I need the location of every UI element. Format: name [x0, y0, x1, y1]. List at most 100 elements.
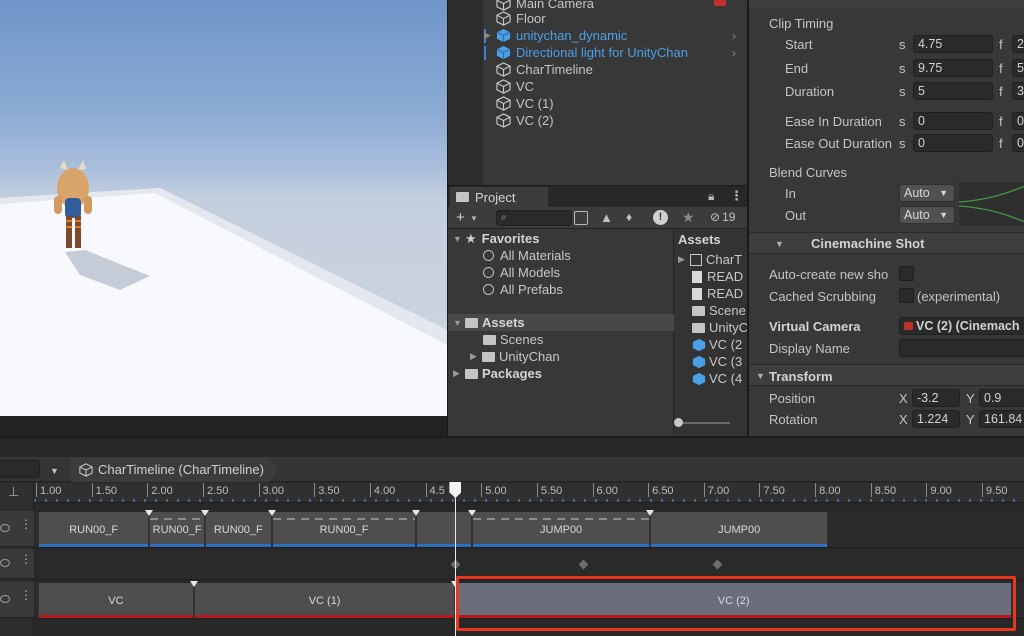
expand-arrow-icon[interactable]: ▶ — [484, 30, 491, 41]
expand-arrow-icon[interactable]: ▶ — [470, 351, 482, 362]
pin-icon[interactable]: ⊥ — [8, 484, 19, 500]
collapse-arrow-icon[interactable]: ▼ — [453, 234, 465, 244]
signal-marker[interactable] — [578, 559, 589, 570]
favorites-header[interactable]: ▼ ★ Favorites — [453, 230, 539, 247]
duration-seconds-field[interactable]: 5 — [913, 82, 993, 100]
hidden-packages-toggle[interactable]: ⊘ 19 — [710, 210, 735, 224]
expand-arrow-icon[interactable]: ▶ — [678, 254, 690, 265]
console-warning-icon[interactable]: ! — [653, 210, 668, 225]
kebab-menu-icon[interactable]: ⋮ — [730, 188, 743, 204]
chevron-down-icon[interactable]: ▼ — [470, 214, 478, 223]
display-name-field[interactable] — [899, 339, 1024, 357]
virtual-camera-field[interactable]: VC (2) (Cinemach — [899, 317, 1024, 335]
hierarchy-item[interactable]: CharTimeline — [496, 61, 593, 78]
favorite-star-icon[interactable]: ★ — [682, 209, 695, 226]
animation-track[interactable]: RUN00_F RUN00_F RUN00_F RUN00_F JUMP00 JUMP00 — [35, 510, 1024, 548]
animation-clip[interactable]: RUN00_F — [38, 512, 150, 547]
icon-size-slider[interactable] — [676, 422, 730, 424]
duration-frames-field[interactable]: 3 — [1012, 82, 1024, 100]
filter-by-label-icon[interactable]: ♦ — [626, 210, 632, 224]
ease-in-seconds-field[interactable]: 0 — [913, 112, 993, 130]
blend-curve-preview[interactable] — [959, 182, 1024, 226]
search-by-scene-icon[interactable] — [574, 211, 588, 225]
timeline-asset-selector[interactable] — [0, 460, 40, 478]
eye-icon[interactable] — [0, 559, 10, 567]
folder-icon — [692, 322, 705, 333]
assets-subfolder[interactable]: ▶ UnityChan — [470, 348, 560, 365]
breadcrumb[interactable]: CharTimeline (CharTimeline) — [71, 457, 278, 482]
favorites-item[interactable]: All Prefabs — [483, 281, 563, 298]
animation-clip[interactable]: JUMP00 — [650, 512, 829, 547]
camera-clip[interactable]: VC (1) — [193, 583, 456, 618]
rotation-x-field[interactable]: 1.224 — [912, 410, 960, 428]
inspector-panel[interactable]: Clip Timing Start s 4.75 f 2 End s 9.75 … — [748, 0, 1024, 436]
chevron-right-icon[interactable]: › — [732, 46, 736, 60]
hierarchy-item[interactable]: VC (1) — [496, 95, 554, 112]
animation-track-header[interactable]: ⋮ — [0, 511, 34, 547]
blend-in-dropdown[interactable]: Auto ▼ — [899, 184, 955, 202]
eye-icon[interactable] — [0, 524, 10, 532]
chevron-down-icon[interactable]: ▼ — [50, 466, 59, 476]
favorites-item[interactable]: All Models — [483, 264, 560, 281]
scene-view[interactable] — [0, 0, 447, 416]
cinemachine-track-header[interactable]: ⋮ — [0, 582, 34, 618]
start-frames-field[interactable]: 2 — [1012, 35, 1024, 53]
ease-out-seconds-field[interactable]: 0 — [913, 134, 993, 152]
hierarchy-item[interactable]: Floor — [496, 10, 546, 27]
asset-file[interactable]: VC (4 — [692, 370, 742, 387]
start-seconds-field[interactable]: 4.75 — [913, 35, 993, 53]
ease-out-frames-field[interactable]: 0 — [1012, 134, 1024, 152]
kebab-menu-icon[interactable]: ⋮ — [20, 589, 32, 601]
collapse-arrow-icon[interactable]: ▼ — [756, 371, 765, 381]
clip-start-marker — [200, 510, 209, 516]
animation-clip[interactable]: RUN00_F — [271, 512, 417, 547]
asset-file[interactable]: READ — [692, 268, 743, 285]
collapse-arrow-icon[interactable]: ▼ — [453, 318, 465, 328]
cached-scrubbing-checkbox[interactable] — [899, 288, 914, 303]
chevron-right-icon[interactable]: › — [732, 29, 736, 43]
assets-subfolder[interactable]: Scenes — [483, 331, 543, 348]
animation-clip[interactable] — [416, 512, 473, 547]
end-frames-field[interactable]: 5 — [1012, 59, 1024, 77]
position-y-field[interactable]: 0.9 — [979, 389, 1024, 407]
hierarchy-item[interactable]: VC (2) — [496, 112, 554, 129]
animation-clip[interactable]: RUN00_F — [149, 512, 205, 547]
end-seconds-field[interactable]: 9.75 — [913, 59, 993, 77]
animation-clip[interactable]: RUN00_F — [204, 512, 272, 547]
rotation-y-field[interactable]: 161.84 — [979, 410, 1024, 428]
lock-icon[interactable]: 🔒︎ — [708, 189, 714, 204]
asset-file[interactable]: Scene — [692, 302, 746, 319]
asset-file[interactable]: UnityC — [692, 319, 747, 336]
kebab-menu-icon[interactable]: ⋮ — [20, 553, 32, 565]
signal-track-header[interactable]: ⋮ — [0, 549, 34, 579]
asset-file[interactable]: VC (2 — [692, 336, 742, 353]
add-plus-icon[interactable]: + — [456, 209, 465, 226]
eye-icon[interactable] — [0, 595, 10, 603]
tab-project[interactable]: Project — [450, 187, 548, 207]
favorites-item[interactable]: All Materials — [483, 247, 571, 264]
animation-clip[interactable]: JUMP00 — [472, 512, 651, 547]
assets-folder[interactable]: ▼ Assets — [453, 314, 525, 331]
hierarchy-item[interactable]: Directional light for UnityChan › — [496, 44, 736, 61]
signal-marker[interactable] — [712, 559, 723, 570]
asset-file[interactable]: ▶ CharT — [678, 251, 742, 268]
icon-size-slider-thumb[interactable] — [674, 418, 683, 427]
hierarchy-item[interactable]: ▶ unitychan_dynamic › — [484, 27, 736, 44]
camera-clip[interactable]: VC — [38, 583, 194, 618]
kebab-menu-icon[interactable]: ⋮ — [20, 518, 32, 530]
packages-folder[interactable]: ▶ Packages — [453, 365, 542, 382]
position-x-field[interactable]: -3.2 — [912, 389, 960, 407]
project-search-input[interactable]: ⌕ — [496, 210, 572, 226]
asset-file[interactable]: VC (3 — [692, 353, 742, 370]
hierarchy-item[interactable]: VC — [496, 78, 534, 95]
blend-out-dropdown[interactable]: Auto ▼ — [899, 206, 955, 224]
asset-file[interactable]: READ — [692, 285, 743, 302]
project-panel[interactable]: Project 🔒︎ ⋮ + ▼ ⌕ ▲ ♦ ! ★ ⊘ 19 ▼ ★ Favo… — [447, 185, 747, 436]
filter-by-type-icon[interactable]: ▲ — [600, 210, 613, 225]
expand-arrow-icon[interactable]: ▶ — [453, 368, 465, 379]
ruler-tick-label: 8.00 — [819, 485, 841, 497]
auto-create-checkbox[interactable] — [899, 266, 914, 281]
collapse-arrow-icon[interactable]: ▼ — [775, 239, 784, 249]
hierarchy-panel[interactable]: Main Camera Floor ▶ unitychan_dynamic › … — [447, 0, 747, 185]
ease-in-frames-field[interactable]: 0 — [1012, 112, 1024, 130]
